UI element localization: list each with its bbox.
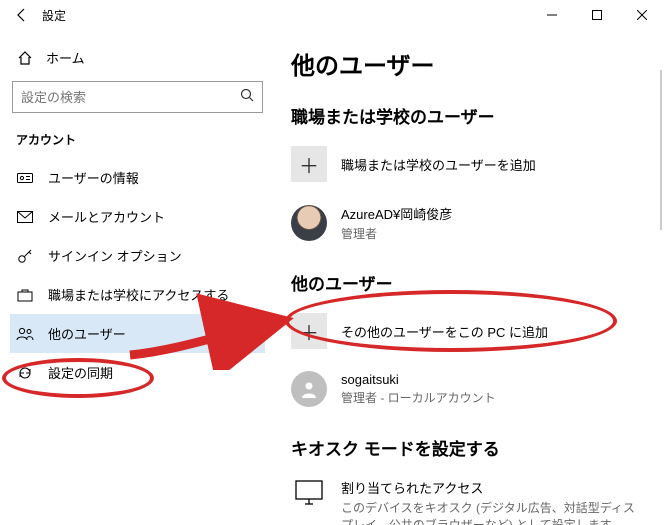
- add-other-user[interactable]: ＋ その他のユーザーをこの PC に追加: [291, 309, 648, 367]
- avatar-generic-icon: [291, 371, 327, 407]
- sync-icon: [16, 365, 34, 381]
- kiosk-assigned-access[interactable]: 割り当てられたアクセス このデバイスをキオスク (デジタル広告、対話型ディスプレ…: [291, 474, 648, 525]
- other-user-row[interactable]: sogaitsuki 管理者 - ローカルアカウント: [291, 367, 648, 425]
- titlebar: 設定: [0, 0, 664, 30]
- window-controls: [529, 0, 664, 30]
- user-info-icon: [16, 171, 34, 185]
- add-work-school-label: 職場または学校のユーザーを追加: [341, 155, 536, 174]
- mail-icon: [16, 211, 34, 223]
- group-kiosk-title: キオスク モードを設定する: [291, 435, 648, 460]
- user-role: 管理者 - ローカルアカウント: [341, 389, 496, 406]
- nav-label: メールとアカウント: [48, 207, 165, 226]
- maximize-button[interactable]: [574, 0, 619, 30]
- home-button[interactable]: ホーム: [10, 42, 265, 81]
- scrollbar[interactable]: [660, 70, 662, 230]
- add-other-user-label: その他のユーザーをこの PC に追加: [341, 322, 548, 341]
- monitor-icon: [291, 478, 327, 514]
- briefcase-icon: [16, 288, 34, 302]
- nav-access-work-school[interactable]: 職場または学校にアクセスする: [10, 275, 265, 314]
- work-school-user-row[interactable]: AzureAD¥岡崎俊彦 管理者: [291, 200, 648, 260]
- nav-label: 他のユーザー: [48, 324, 126, 343]
- content-area: ホーム アカウント ユーザーの情報 メールとアカウント サインイン オプション: [0, 30, 664, 525]
- home-icon: [16, 50, 34, 66]
- user-role: 管理者: [341, 225, 452, 242]
- page-title: 他のユーザー: [291, 46, 648, 81]
- add-work-school-user[interactable]: ＋ 職場または学校のユーザーを追加: [291, 142, 648, 200]
- section-label: アカウント: [10, 131, 265, 158]
- people-icon: [16, 327, 34, 341]
- nav-label: 職場または学校にアクセスする: [48, 285, 229, 304]
- search-icon: [240, 88, 254, 107]
- avatar-photo: [291, 205, 327, 241]
- user-name: sogaitsuki: [341, 372, 496, 387]
- window-title: 設定: [42, 7, 66, 24]
- left-pane: ホーム アカウント ユーザーの情報 メールとアカウント サインイン オプション: [0, 30, 275, 525]
- nav-label: サインイン オプション: [48, 246, 182, 265]
- home-label: ホーム: [46, 48, 85, 67]
- user-name: AzureAD¥岡崎俊彦: [341, 204, 452, 223]
- search-box[interactable]: [12, 81, 263, 113]
- nav-label: 設定の同期: [48, 363, 113, 382]
- close-button[interactable]: [619, 0, 664, 30]
- nav-signin-options[interactable]: サインイン オプション: [10, 236, 265, 275]
- nav-list: ユーザーの情報 メールとアカウント サインイン オプション 職場または学校にアク…: [10, 158, 265, 392]
- nav-email-accounts[interactable]: メールとアカウント: [10, 197, 265, 236]
- right-pane: 他のユーザー 職場または学校のユーザー ＋ 職場または学校のユーザーを追加 Az…: [275, 30, 664, 525]
- nav-sync-settings[interactable]: 設定の同期: [10, 353, 265, 392]
- nav-user-info[interactable]: ユーザーの情報: [10, 158, 265, 197]
- plus-icon: ＋: [291, 146, 327, 182]
- back-button[interactable]: [8, 1, 36, 29]
- nav-label: ユーザーの情報: [48, 168, 139, 187]
- key-icon: [16, 248, 34, 264]
- kiosk-item-desc: このデバイスをキオスク (デジタル広告、対話型ディスプレイ、公共のブラウザーなど…: [341, 499, 641, 525]
- group-other-users-title: 他のユーザー: [291, 270, 648, 295]
- nav-other-users[interactable]: 他のユーザー: [10, 314, 265, 353]
- minimize-button[interactable]: [529, 0, 574, 30]
- kiosk-item-label: 割り当てられたアクセス: [341, 478, 641, 497]
- plus-icon: ＋: [291, 313, 327, 349]
- search-input[interactable]: [21, 90, 240, 105]
- group-work-school-title: 職場または学校のユーザー: [291, 103, 648, 128]
